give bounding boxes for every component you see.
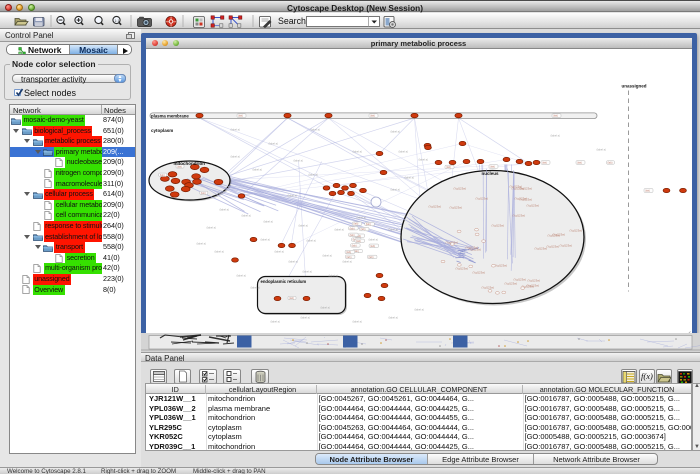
svg-text:(label a): (label a): [352, 149, 362, 153]
svg-text:(label a): (label a): [320, 305, 330, 309]
svg-text:(lab): (lab): [355, 239, 360, 242]
svg-text:(Ygl123w): (Ygl123w): [519, 197, 532, 201]
svg-text:(label a): (label a): [214, 249, 224, 253]
svg-text:(label a): (label a): [390, 187, 400, 191]
svg-text:nucleus: nucleus: [481, 171, 499, 176]
svg-text:(label a): (label a): [274, 249, 284, 253]
svg-text:cytoplasm: cytoplasm: [151, 128, 173, 133]
svg-text:(lab): (lab): [200, 192, 205, 195]
svg-text:(Ygl123w): (Ygl123w): [455, 266, 468, 270]
svg-text:(Ygl123w): (Ygl123w): [534, 246, 547, 250]
svg-text:(label a): (label a): [219, 207, 229, 211]
svg-text:(lab): (lab): [553, 114, 558, 117]
svg-text:(lab): (lab): [351, 244, 356, 247]
svg-text:(lab): (lab): [289, 297, 294, 300]
svg-text:(label a): (label a): [328, 273, 338, 277]
svg-text:(lab): (lab): [370, 244, 375, 247]
svg-text:(lab): (lab): [353, 222, 358, 225]
svg-text:(label a): (label a): [293, 158, 303, 162]
svg-text:(label a): (label a): [288, 259, 298, 263]
svg-text:(Ygl123w): (Ygl123w): [559, 243, 572, 247]
svg-text:plasma membrane: plasma membrane: [151, 113, 189, 118]
svg-text:(Ygl123w): (Ygl123w): [527, 278, 540, 282]
svg-text:(lab): (lab): [368, 255, 373, 258]
svg-text:(label a): (label a): [241, 213, 251, 217]
svg-text:(Ygl123w): (Ygl123w): [428, 204, 441, 208]
svg-text:(label a): (label a): [388, 227, 398, 231]
svg-text:(label a): (label a): [196, 241, 206, 245]
svg-text:(lab): (lab): [365, 223, 370, 226]
svg-text:endoplasmic reticulum: endoplasmic reticulum: [260, 279, 306, 284]
svg-text:(label a): (label a): [252, 167, 262, 171]
svg-text:(lab): (lab): [349, 227, 354, 230]
svg-text:(label a): (label a): [414, 307, 424, 311]
svg-text:(Ygl123w): (Ygl123w): [472, 270, 485, 274]
svg-text:(Ygl123w): (Ygl123w): [453, 186, 466, 190]
svg-text:(Ygl123w): (Ygl123w): [475, 196, 488, 200]
svg-text:(label a): (label a): [356, 215, 366, 219]
svg-text:(lab): (lab): [346, 255, 351, 258]
svg-text:(label a): (label a): [404, 175, 414, 179]
svg-text:(lab): (lab): [607, 161, 612, 164]
svg-text:(label a): (label a): [596, 147, 606, 151]
svg-text:(lab): (lab): [490, 165, 495, 168]
svg-text:(Ygl123w): (Ygl123w): [526, 203, 539, 207]
svg-text:unassigned: unassigned: [621, 83, 646, 88]
svg-text:(label a): (label a): [368, 237, 378, 241]
svg-text:(label a): (label a): [300, 315, 310, 319]
svg-text:(label a): (label a): [236, 273, 246, 277]
svg-text:(lab): (lab): [370, 114, 375, 117]
svg-text:(lab): (lab): [238, 114, 243, 117]
svg-text:(Ygl123w): (Ygl123w): [449, 205, 462, 209]
svg-text:(Ygl123w): (Ygl123w): [494, 263, 507, 267]
svg-text:(Ygl123w): (Ygl123w): [509, 184, 522, 188]
svg-text:(Ygl123w): (Ygl123w): [481, 285, 494, 289]
svg-text:(label a): (label a): [342, 259, 352, 263]
svg-text:(label a): (label a): [287, 193, 297, 197]
svg-text:(label a): (label a): [398, 149, 408, 153]
svg-text:mitochondrion: mitochondrion: [173, 161, 205, 166]
svg-text:(label a): (label a): [298, 223, 308, 227]
svg-text:(lab): (lab): [360, 228, 365, 231]
svg-text:(lab): (lab): [645, 189, 650, 192]
svg-text:(Ygl123w): (Ygl123w): [569, 228, 582, 232]
svg-text:(label a): (label a): [306, 238, 316, 242]
svg-text:(label a): (label a): [308, 172, 318, 176]
svg-text:(Ygl123w): (Ygl123w): [546, 244, 559, 248]
svg-text:(label a): (label a): [302, 269, 312, 273]
svg-text:(Ygl123w): (Ygl123w): [504, 281, 517, 285]
svg-text:(label a): (label a): [418, 157, 428, 161]
svg-text:(Ygl123w): (Ygl123w): [465, 245, 478, 249]
svg-text:(label a): (label a): [390, 129, 400, 133]
svg-text:(Ygl123w): (Ygl123w): [512, 213, 525, 217]
svg-text:Search:: Search:: [278, 16, 308, 26]
svg-text:(label a): (label a): [260, 237, 270, 241]
svg-text:(label a): (label a): [250, 285, 260, 289]
svg-text:(lab): (lab): [159, 173, 164, 176]
svg-text:(label a): (label a): [263, 219, 273, 223]
svg-text:(lab): (lab): [446, 166, 451, 169]
svg-text:(label a): (label a): [388, 315, 398, 319]
svg-text:1:1: 1:1: [114, 19, 119, 23]
svg-text:(lab): (lab): [577, 161, 582, 164]
svg-text:(label a): (label a): [230, 154, 240, 158]
svg-text:(label a): (label a): [550, 133, 560, 137]
svg-text:(label a): (label a): [230, 127, 240, 131]
svg-text:(label a): (label a): [270, 319, 280, 323]
svg-text:(lab): (lab): [349, 233, 354, 236]
svg-text:(lab): (lab): [542, 161, 547, 164]
svg-text:(label a): (label a): [322, 253, 332, 257]
svg-text:(Ygl123w): (Ygl123w): [552, 232, 565, 236]
svg-text:(label a): (label a): [268, 141, 278, 145]
svg-text:(lab): (lab): [346, 251, 351, 254]
svg-text:(label a): (label a): [352, 319, 362, 323]
svg-text:(label a): (label a): [206, 225, 216, 229]
svg-text:(label a): (label a): [310, 127, 320, 131]
svg-text:(Ygl123w): (Ygl123w): [491, 223, 504, 227]
svg-text:(label a): (label a): [334, 227, 344, 231]
